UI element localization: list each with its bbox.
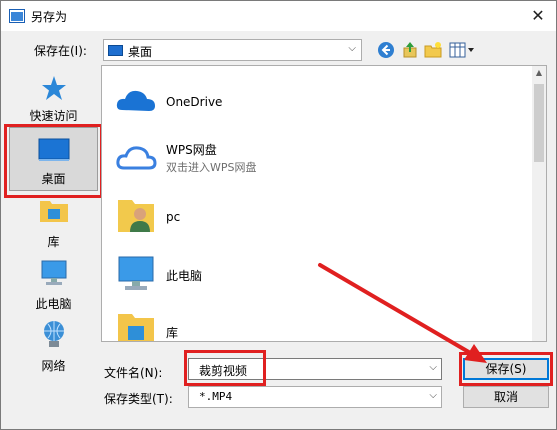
list-item[interactable]: 库 (108, 304, 508, 341)
vertical-scrollbar[interactable]: ▲ (532, 66, 546, 341)
back-arrow-icon[interactable] (377, 41, 395, 59)
place-label: 此电脑 (35, 297, 72, 311)
filetype-value: *.MP4 (199, 390, 233, 403)
view-menu-icon[interactable] (449, 41, 475, 59)
window-title: 另存为 (31, 10, 68, 24)
library-icon (39, 201, 68, 222)
close-icon: ✕ (531, 6, 545, 25)
up-folder-icon[interactable] (401, 41, 419, 59)
item-name: pc (166, 210, 181, 224)
library-folder-icon (118, 314, 154, 341)
star-icon (41, 76, 66, 100)
save-in-combo[interactable]: 桌面 ⌵ (103, 39, 362, 61)
chevron-down-icon: ⌵ (348, 43, 356, 54)
close-button[interactable]: ✕ (526, 5, 550, 27)
place-this-pc[interactable]: 此电脑 (9, 255, 98, 315)
app-window-icon (9, 9, 25, 23)
title-bar: 另存为 ✕ (1, 1, 556, 31)
place-network[interactable]: 网络 (9, 317, 98, 377)
item-name: WPS网盘 (166, 143, 217, 157)
save-as-dialog: 另存为 ✕ 保存在(I): 桌面 ⌵ 快速访问 桌面 库 此电脑 网络 OneD… (0, 0, 557, 430)
place-label: 库 (47, 235, 60, 249)
highlight-box-desktop (4, 124, 103, 198)
computer-icon (118, 256, 154, 290)
new-folder-icon[interactable] (424, 41, 442, 59)
place-label: 快速访问 (29, 109, 78, 123)
place-quick-access[interactable]: 快速访问 (9, 67, 98, 127)
cancel-button[interactable]: 取消 (463, 386, 549, 408)
chevron-down-icon[interactable]: ⌵ (429, 362, 437, 373)
file-list[interactable]: OneDrive WPS网盘 双击进入WPS网盘 pc 此电脑 库 ▲ (101, 65, 547, 342)
filetype-select[interactable]: *.MP4 ⌵ (188, 386, 442, 408)
item-name: 此电脑 (166, 269, 203, 283)
filename-label: 文件名(N): (104, 366, 163, 380)
save-in-value: 桌面 (128, 45, 153, 59)
save-in-label: 保存在(I): (34, 44, 87, 58)
list-item[interactable]: OneDrive (108, 76, 508, 126)
chevron-down-icon: ⌵ (429, 390, 437, 401)
desktop-icon (108, 45, 123, 56)
place-library[interactable]: 库 (9, 193, 98, 253)
filetype-label: 保存类型(T): (104, 392, 173, 406)
list-item[interactable]: pc (108, 190, 508, 240)
list-item[interactable]: 此电脑 (108, 248, 508, 298)
list-item[interactable]: WPS网盘 双击进入WPS网盘 (108, 132, 508, 182)
scroll-up-icon[interactable]: ▲ (532, 66, 546, 80)
wps-cloud-icon (116, 146, 157, 170)
item-name: 库 (166, 326, 179, 340)
scroll-thumb[interactable] (534, 84, 544, 162)
computer-icon (41, 260, 66, 285)
places-bar: 快速访问 桌面 库 此电脑 网络 (9, 65, 98, 380)
onedrive-icon (116, 90, 155, 111)
highlight-box-filename (184, 350, 266, 386)
item-description: 双击进入WPS网盘 (166, 161, 257, 174)
network-icon (43, 321, 64, 347)
place-label: 网络 (41, 359, 66, 373)
user-folder-icon (118, 200, 154, 232)
highlight-box-save (459, 352, 553, 386)
item-name: OneDrive (166, 95, 223, 109)
